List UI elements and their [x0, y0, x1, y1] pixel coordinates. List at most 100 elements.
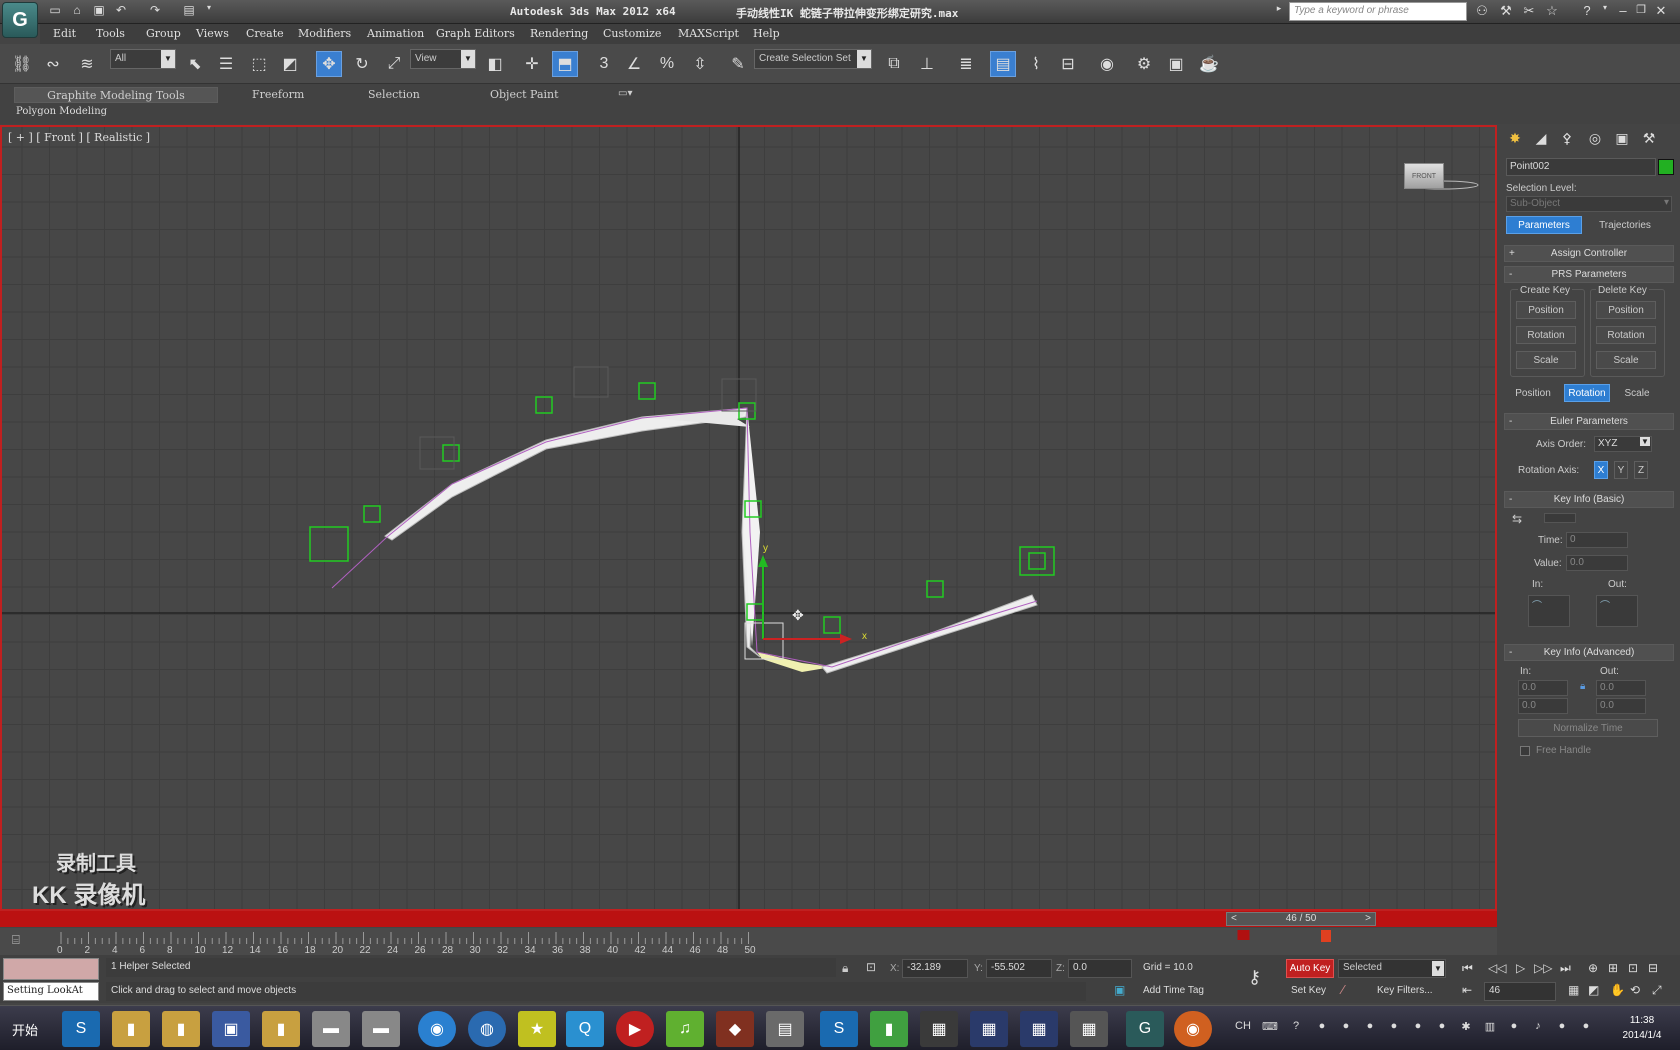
help-dropdown-icon[interactable]: ▾ — [1596, 3, 1614, 21]
link-icon[interactable]: ⛓ — [9, 51, 35, 77]
tab-object-paint[interactable]: Object Paint — [490, 87, 559, 103]
open-folder-icon[interactable]: ⌂ — [68, 3, 86, 20]
3dsmax-task-icon[interactable]: G — [1126, 1011, 1164, 1047]
game-app-icon[interactable]: ◆ — [716, 1011, 754, 1047]
x-coordinate-field[interactable]: -32.189 — [902, 959, 968, 978]
green-app-icon[interactable]: ▮ — [870, 1011, 908, 1047]
maxscript-mini-listener[interactable] — [3, 958, 99, 980]
adv-out-field-2[interactable]: 0.0 — [1596, 698, 1646, 714]
bluetooth-icon[interactable]: ✱ — [1458, 1020, 1474, 1036]
pan-view-icon[interactable]: ✋ — [1610, 983, 1625, 997]
control-point-large[interactable] — [1019, 546, 1055, 576]
menu-modifiers[interactable]: Modifiers — [298, 27, 351, 40]
project-folder-icon[interactable]: ▤ — [180, 3, 198, 20]
tray-app-icon[interactable]: ● — [1338, 1020, 1354, 1036]
delete-position-key-button[interactable]: Position — [1596, 301, 1656, 319]
close-icon[interactable]: ✕ — [1652, 3, 1670, 21]
tray-app-icon[interactable]: ● — [1362, 1020, 1378, 1036]
curve-editor-icon[interactable]: ⌇ — [1023, 51, 1049, 77]
media-player-icon[interactable]: ▶ — [616, 1011, 654, 1047]
render-production-icon[interactable]: ☕ — [1196, 51, 1222, 77]
position-mode-button[interactable]: Position — [1508, 384, 1558, 402]
photo-app-icon[interactable]: ▦ — [1020, 1011, 1058, 1047]
create-tab-icon[interactable]: ✸ — [1504, 130, 1526, 150]
zoom-icon[interactable]: ⊕ — [1588, 961, 1598, 975]
key-info-basic-rollout[interactable]: - Key Info (Basic) — [1504, 491, 1674, 508]
key-mode-toggle-icon[interactable]: ⇤ — [1462, 983, 1472, 997]
sub-object-dropdown[interactable]: Sub-Object ▾ — [1506, 196, 1672, 212]
gizmo-x-arrow[interactable] — [840, 634, 852, 644]
next-frame-button[interactable]: > — [1365, 913, 1371, 925]
set-key-icon[interactable]: ⚷ — [1248, 967, 1261, 988]
zoom-all-icon[interactable]: ⊞ — [1608, 961, 1618, 975]
ribbon-options-icon[interactable]: ▭▾ — [618, 87, 632, 103]
menu-views[interactable]: Views — [196, 27, 229, 40]
photo-app-icon[interactable]: ▦ — [1070, 1011, 1108, 1047]
adv-in-field-1[interactable]: 0.0 — [1518, 680, 1568, 696]
minimize-icon[interactable]: – — [1614, 3, 1632, 21]
control-point[interactable] — [823, 616, 841, 634]
tab-graphite-modeling-tools[interactable]: Graphite Modeling Tools — [14, 87, 218, 103]
menu-rendering[interactable]: Rendering — [530, 27, 588, 40]
key-filter-icon[interactable]: ⁄ — [1342, 982, 1344, 997]
undo-icon[interactable]: ↶ — [112, 3, 130, 20]
photo-app-icon[interactable]: ▦ — [920, 1011, 958, 1047]
search-input[interactable]: Type a keyword or phrase — [1289, 2, 1467, 21]
tray-app-icon[interactable]: ● — [1434, 1020, 1450, 1036]
orbit-icon[interactable]: ⟲ — [1630, 983, 1640, 997]
key-info-advanced-rollout[interactable]: - Key Info (Advanced) — [1504, 644, 1674, 661]
folder-icon[interactable]: ▮ — [112, 1011, 150, 1047]
euler-parameters-rollout[interactable]: - Euler Parameters — [1504, 413, 1674, 430]
window-crossing-icon[interactable]: ◩ — [277, 51, 303, 77]
time-slider-bar[interactable]: < 46 / 50 > — [0, 911, 1497, 927]
key-mode-dropdown[interactable]: Selected ▼ — [1338, 959, 1446, 978]
previous-frame-icon[interactable]: ◁◁ — [1488, 961, 1506, 975]
recorder-task-icon[interactable]: ◉ — [1174, 1011, 1212, 1047]
motion-tab-icon[interactable]: ◎ — [1584, 130, 1606, 150]
tray-app-icon[interactable]: ● — [1386, 1020, 1402, 1036]
play-icon[interactable]: ▷ — [1516, 961, 1525, 975]
tray-app-icon[interactable]: ● — [1314, 1020, 1330, 1036]
field-of-view-icon[interactable]: ◩ — [1588, 983, 1599, 997]
rectangular-selection-icon[interactable]: ⬚ — [246, 51, 272, 77]
object-color-swatch[interactable] — [1658, 159, 1674, 175]
folder-icon[interactable]: ▮ — [262, 1011, 300, 1047]
mirror-icon[interactable]: ⧉ — [881, 51, 907, 77]
menu-group[interactable]: Group — [146, 27, 181, 40]
start-button[interactable]: 开始 — [0, 1014, 50, 1044]
delete-scale-key-button[interactable]: Scale — [1596, 351, 1656, 369]
time-field[interactable]: 0 — [1566, 532, 1628, 548]
out-tangent-button[interactable]: ⌒ — [1596, 595, 1638, 627]
align-icon[interactable]: ⊥ — [914, 51, 940, 77]
goto-end-icon[interactable]: ⏭ — [1560, 961, 1571, 976]
next-frame-icon[interactable]: ▷▷ — [1534, 961, 1552, 975]
volume-icon[interactable]: ♪ — [1530, 1020, 1546, 1036]
redo-icon[interactable]: ↷ — [146, 3, 164, 20]
y-coordinate-field[interactable]: -55.502 — [986, 959, 1052, 978]
front-viewport[interactable]: [ + ] [ Front ] [ Realistic ] y x ✥ FRON… — [0, 125, 1497, 911]
language-indicator[interactable]: CH — [1232, 1020, 1254, 1036]
zoom-extents-icon[interactable]: ⊡ — [1628, 961, 1638, 975]
drive-icon[interactable]: ▬ — [312, 1011, 350, 1047]
keyboard-shortcut-override-icon[interactable]: ⬒ — [552, 51, 578, 77]
viewcube[interactable]: FRONT — [1404, 163, 1444, 189]
new-file-icon[interactable]: ▭ — [46, 3, 64, 20]
menu-graph-editors[interactable]: Graph Editors — [436, 27, 515, 40]
utilities-tab-icon[interactable]: ⚒ — [1638, 130, 1660, 150]
material-editor-icon[interactable]: ◉ — [1094, 51, 1120, 77]
edit-named-selection-icon[interactable]: ✎ — [725, 51, 751, 77]
tab-freeform[interactable]: Freeform — [252, 87, 304, 103]
messenger-icon[interactable]: ◍ — [468, 1011, 506, 1047]
select-object-icon[interactable]: ⬉ — [182, 51, 208, 77]
layer-manager-icon[interactable]: ≣ — [953, 51, 979, 77]
current-frame-marker[interactable] — [1321, 930, 1331, 942]
tray-app-icon[interactable]: ● — [1554, 1020, 1570, 1036]
time-tag-icon[interactable]: ▣ — [1114, 983, 1125, 997]
control-point[interactable] — [638, 382, 656, 400]
window-app-icon[interactable]: ▤ — [766, 1011, 804, 1047]
menu-maxscript[interactable]: MAXScript — [678, 27, 739, 40]
z-coordinate-field[interactable]: 0.0 — [1068, 959, 1132, 978]
zoom-extents-all-icon[interactable]: ⊟ — [1648, 961, 1658, 975]
reference-coordinate-dropdown[interactable]: View ▼ — [410, 49, 476, 69]
photo-app-icon[interactable]: ▦ — [970, 1011, 1008, 1047]
